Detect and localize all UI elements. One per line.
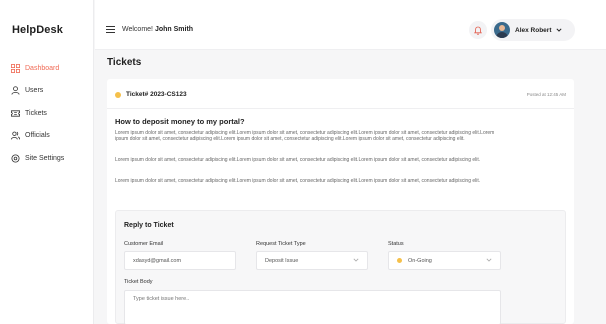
ticket-type-label: Request Ticket Type xyxy=(256,241,306,247)
status-dot xyxy=(115,91,121,98)
welcome-message: Welcome! John Smith xyxy=(122,26,193,33)
top-bar: Welcome! John Smith Alex Robert xyxy=(95,0,606,50)
ticket-header: Ticket# 2023-CS123 xyxy=(115,91,187,98)
ticket-body-label: Ticket Body xyxy=(124,279,153,285)
sidebar-item-label: Tickets xyxy=(25,109,47,117)
welcome-prefix: Welcome! xyxy=(122,26,153,33)
grid-icon xyxy=(11,63,20,73)
page-title: Tickets xyxy=(107,57,142,68)
brand-logo: HelpDesk xyxy=(12,24,63,36)
bell-icon xyxy=(474,26,482,35)
menu-icon[interactable] xyxy=(106,26,115,34)
ticket-icon xyxy=(11,109,20,118)
email-field[interactable] xyxy=(124,251,236,270)
welcome-user-name: John Smith xyxy=(154,26,194,33)
posted-time: Posted at 12:45 AM xyxy=(526,92,566,97)
sidebar-item-label: Officials xyxy=(25,132,50,139)
sidebar-item-site-settings[interactable]: Site Settings xyxy=(0,147,94,169)
ticket-type-select[interactable]: Deposit Issue xyxy=(256,251,368,270)
sidebar-nav: Dashboard Users Tickets Officials Site S… xyxy=(0,57,94,170)
ticket-paragraph: Lorem ipsum dolor sit amet, consectetur … xyxy=(115,178,481,184)
chevron-down-icon xyxy=(486,258,492,262)
users-icon xyxy=(11,131,20,140)
status-value: On-Going xyxy=(408,257,432,264)
divider xyxy=(107,108,574,109)
chevron-down-icon xyxy=(556,28,563,32)
sidebar-item-label: Site Settings xyxy=(25,154,65,162)
user-menu[interactable]: Alex Robert xyxy=(491,19,575,41)
sidebar-item-tickets[interactable]: Tickets xyxy=(0,102,94,124)
user-name: Alex Robert xyxy=(515,26,552,34)
sidebar-item-officials[interactable]: Officials xyxy=(0,125,94,147)
gear-icon xyxy=(11,153,20,163)
chevron-down-icon xyxy=(353,258,359,262)
reply-title: Reply to Ticket xyxy=(124,222,174,229)
ticket-body-input[interactable] xyxy=(124,290,501,324)
ticket-paragraph: Lorem ipsum dolor sit amet, consectetur … xyxy=(115,130,495,143)
notification-button[interactable] xyxy=(469,21,487,39)
ticket-card: Ticket# 2023-CS123 Posted at 12:45 AM Ho… xyxy=(107,79,574,324)
reply-form: Reply to Ticket Customer Email Request T… xyxy=(115,210,566,324)
sidebar-item-users[interactable]: Users xyxy=(0,80,94,102)
ticket-question: How to deposit money to my portal? xyxy=(115,117,245,126)
status-dot xyxy=(397,258,402,263)
user-icon xyxy=(11,86,20,95)
sidebar-item-dashboard[interactable]: Dashboard xyxy=(0,57,94,79)
sidebar: HelpDesk Dashboard Users Tickets Officia… xyxy=(0,0,94,324)
sidebar-item-label: Users xyxy=(25,87,44,94)
ticket-paragraph: Lorem ipsum dolor sit amet, consectetur … xyxy=(115,157,481,163)
avatar xyxy=(494,22,510,38)
status-select[interactable]: On-Going xyxy=(388,251,501,270)
status-label: Status xyxy=(388,241,404,247)
email-label: Customer Email xyxy=(124,241,164,247)
ticket-type-value: Deposit Issue xyxy=(265,257,299,264)
sidebar-item-label: Dashboard xyxy=(25,64,60,72)
ticket-id: Ticket# 2023-CS123 xyxy=(126,91,187,98)
